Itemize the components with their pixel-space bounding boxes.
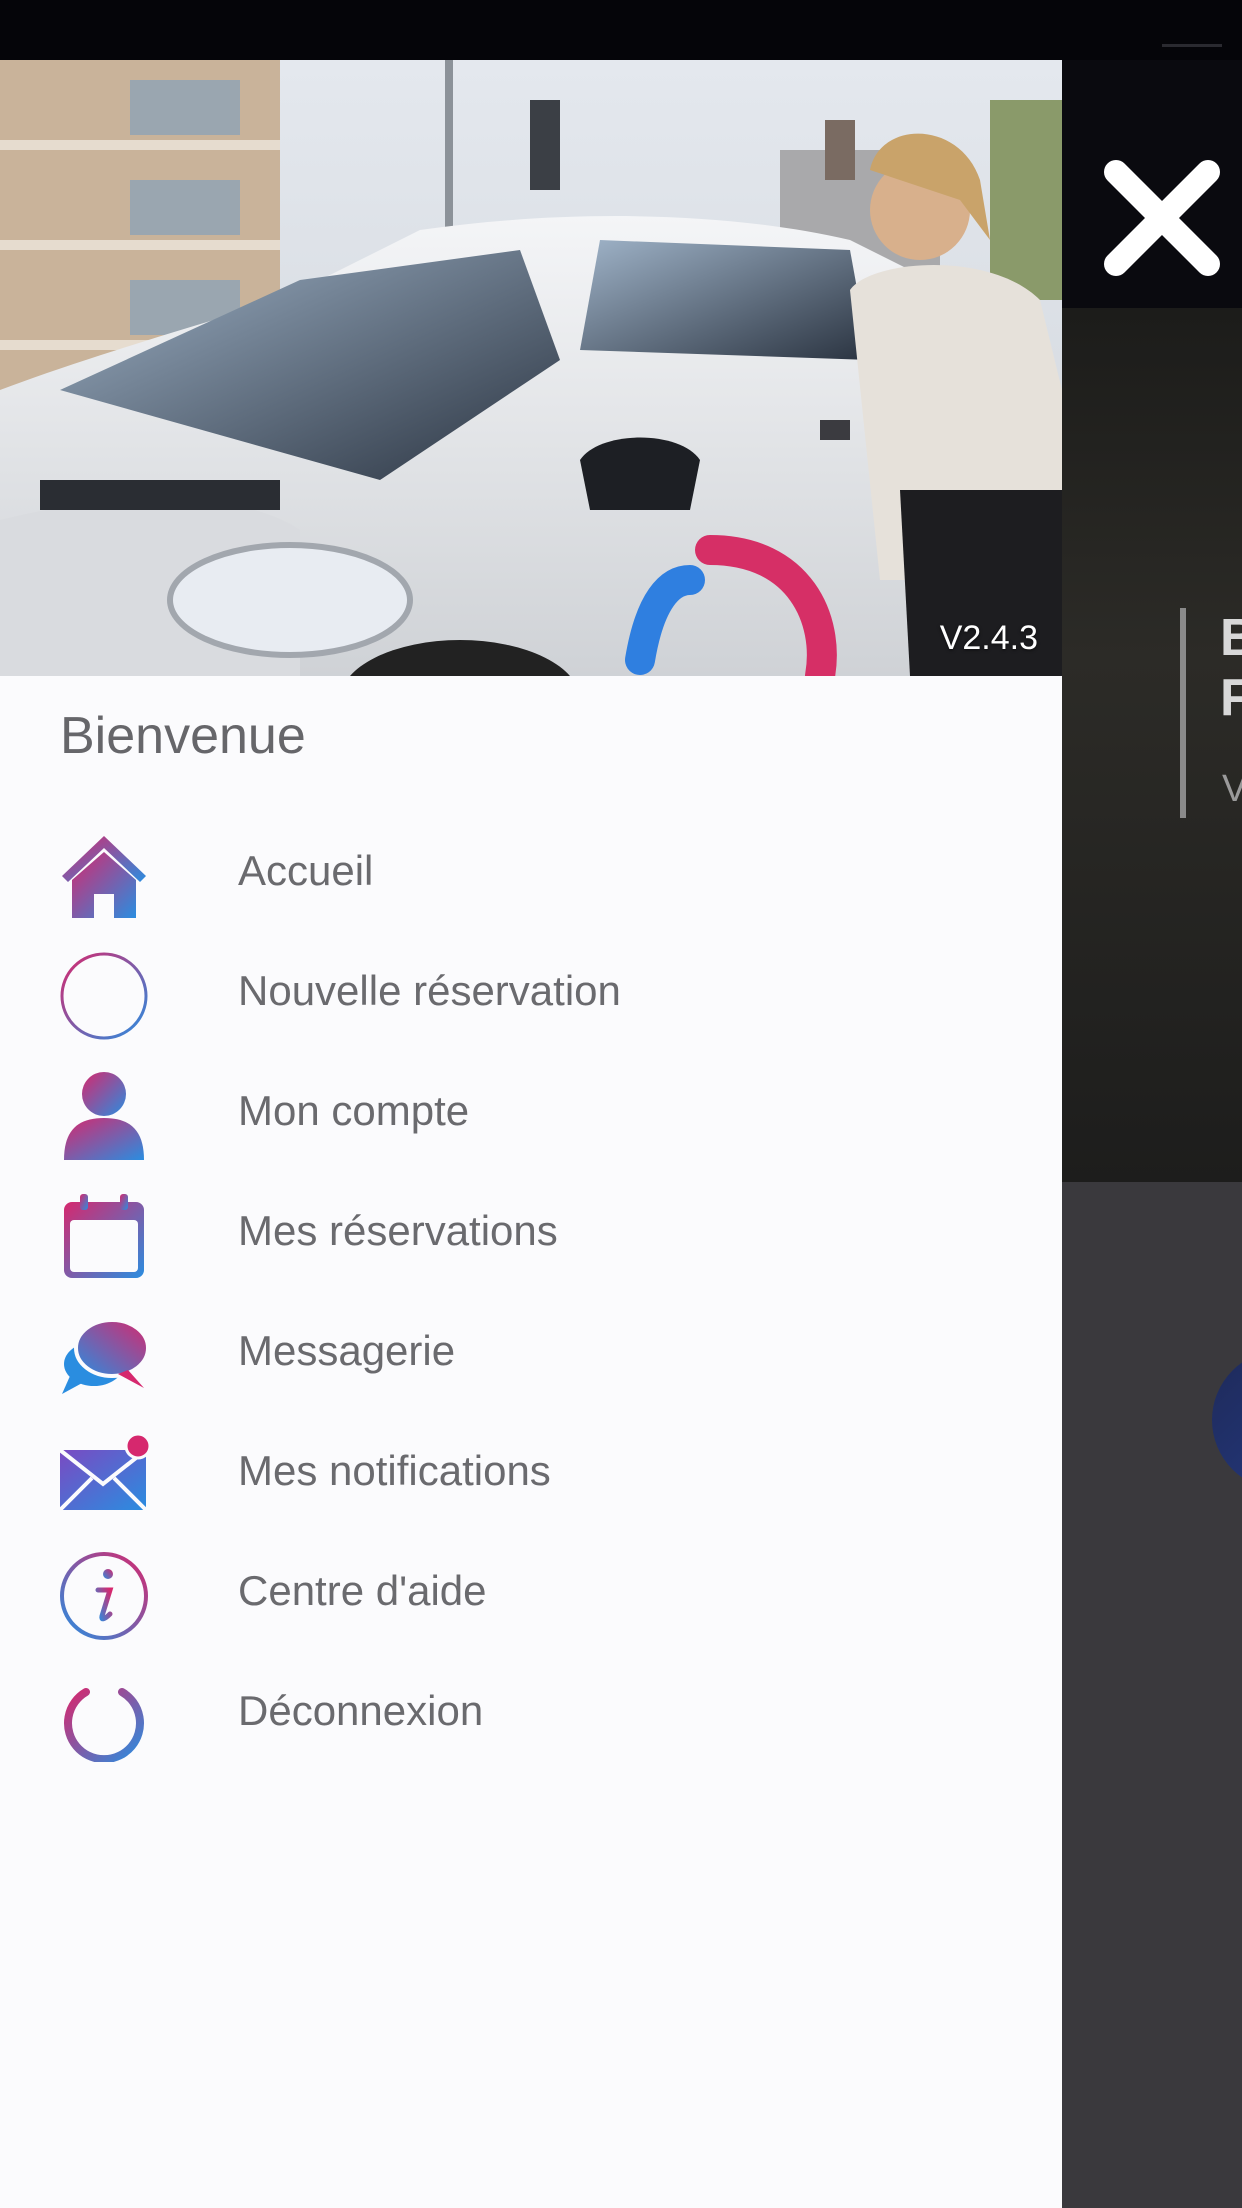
hero-title-line1: B [1220, 609, 1242, 667]
menu-item-mon-compte[interactable]: Mon compte [0, 1055, 1062, 1175]
welcome-heading: Bienvenue [60, 707, 306, 765]
hero-accent-bar [1180, 608, 1186, 818]
info-icon [58, 1550, 150, 1642]
menu-item-messagerie[interactable]: Messagerie [0, 1295, 1062, 1415]
status-indicator [1162, 44, 1222, 47]
app-version: V2.4.3 [939, 619, 1038, 657]
close-drawer-button[interactable] [1092, 148, 1232, 288]
background-page: B F V N ré [1062, 60, 1242, 2208]
menu-label: Mes notifications [238, 1447, 551, 1494]
close-icon [1104, 160, 1220, 276]
chat-bubbles-icon [58, 1310, 150, 1402]
hero-title: B F [1220, 608, 1242, 728]
background-hero: B F V [1062, 308, 1242, 1182]
drawer-menu: Accueil Nouvelle réservation Mon compte … [0, 815, 1062, 1775]
menu-item-mes-reservations[interactable]: Mes réservations [0, 1175, 1062, 1295]
drawer-header-image: V2.4.3 [0, 60, 1062, 676]
action-label-line1: N [1210, 1540, 1242, 1588]
menu-item-nouvelle-reservation[interactable]: Nouvelle réservation [0, 935, 1062, 1055]
menu-label: Accueil [238, 847, 374, 894]
menu-label: Nouvelle réservation [238, 967, 621, 1014]
plus-circle-icon [58, 950, 150, 1042]
menu-label: Mon compte [238, 1087, 470, 1134]
menu-label: Déconnexion [238, 1687, 484, 1734]
status-bar [0, 0, 1242, 60]
hero-title-line2: F [1220, 669, 1242, 727]
new-reservation-action-icon[interactable] [1212, 1350, 1242, 1490]
menu-label: Centre d'aide [238, 1567, 487, 1614]
calendar-icon [58, 1190, 150, 1282]
menu-item-mes-notifications[interactable]: Mes notifications [0, 1415, 1062, 1535]
menu-item-deconnexion[interactable]: Déconnexion [0, 1655, 1062, 1775]
mail-notification-icon [58, 1430, 150, 1522]
menu-item-accueil[interactable]: Accueil [0, 815, 1062, 935]
menu-label: Messagerie [238, 1327, 456, 1374]
action-label: N ré [1210, 1540, 1242, 1636]
menu-label: Mes réservations [238, 1207, 558, 1254]
navigation-drawer: V2.4.3 Bienvenue Accueil Nouvelle réserv… [0, 60, 1062, 2208]
home-icon [58, 830, 150, 922]
menu-item-centre-aide[interactable]: Centre d'aide [0, 1535, 1062, 1655]
hero-subtitle: V [1222, 768, 1242, 810]
user-icon [58, 1070, 150, 1162]
power-icon [58, 1670, 150, 1762]
